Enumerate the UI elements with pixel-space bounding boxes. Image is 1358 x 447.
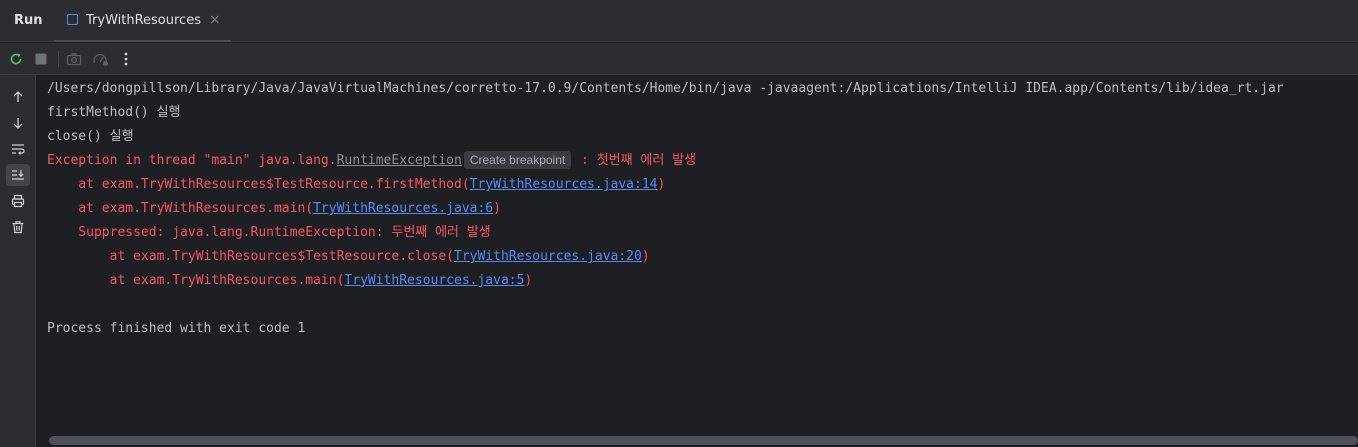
- source-link[interactable]: TryWithResources.java:6: [313, 201, 493, 216]
- exception-line: Exception in thread "main" java.lang.Run…: [47, 151, 696, 171]
- print-button[interactable]: [6, 190, 30, 212]
- close-tab-icon[interactable]: ×: [209, 12, 221, 28]
- source-link[interactable]: TryWithResources.java:20: [454, 249, 642, 264]
- rerun-icon: [10, 53, 22, 65]
- scroll-to-end-icon: [12, 170, 24, 180]
- run-tool-window-header: Run TryWithResources ×: [0, 0, 1358, 42]
- stop-icon: [35, 53, 47, 65]
- clear-all-button[interactable]: [6, 216, 30, 238]
- stack-frame-text: at exam.TryWithResources.main(: [47, 273, 345, 288]
- previous-occurrence-button[interactable]: [6, 86, 30, 108]
- trash-icon: [12, 221, 24, 234]
- print-icon: [11, 194, 25, 208]
- source-link[interactable]: TryWithResources.java:14: [470, 177, 658, 192]
- toolbar-separator: [58, 51, 59, 67]
- horizontal-scrollbar[interactable]: [37, 435, 1358, 447]
- soft-wrap-button[interactable]: [6, 138, 30, 160]
- soft-wrap-icon: [12, 144, 25, 155]
- console-output[interactable]: /Users/dongpillson/Library/Java/JavaVirt…: [37, 75, 1358, 435]
- exception-class-link[interactable]: RuntimeException: [337, 153, 462, 168]
- console-side-toolbar: [0, 75, 36, 447]
- stack-frame-suffix: ): [524, 273, 533, 288]
- console-command-line: /Users/dongpillson/Library/Java/JavaVirt…: [47, 81, 1284, 96]
- camera-icon: [66, 53, 82, 66]
- suppressed-exception-line: Suppressed: java.lang.RuntimeException: …: [47, 225, 491, 240]
- stack-trace-line: at exam.TryWithResources.main(TryWithRes…: [47, 199, 501, 219]
- console-output-line: firstMethod() 실행: [47, 105, 181, 120]
- profiler-icon: [93, 53, 108, 66]
- scroll-to-end-button[interactable]: [6, 164, 30, 186]
- stack-frame-text: at exam.TryWithResources$TestResource.cl…: [47, 249, 454, 264]
- arrow-up-icon: [13, 91, 23, 102]
- tab-label: TryWithResources: [86, 13, 201, 28]
- stop-button[interactable]: [29, 43, 53, 74]
- next-occurrence-button[interactable]: [6, 112, 30, 134]
- stack-frame-suffix: ): [657, 177, 666, 192]
- console-output-line: close() 실행: [47, 129, 134, 144]
- stack-trace-line: at exam.TryWithResources$TestResource.fi…: [47, 175, 665, 195]
- exception-message: : 첫번째 에러 발생: [573, 153, 697, 168]
- rerun-button[interactable]: [4, 43, 28, 74]
- profiler-button[interactable]: [88, 43, 112, 74]
- run-toolbar: [0, 43, 1358, 75]
- stack-frame-suffix: ): [641, 249, 650, 264]
- run-tool-window-title: Run: [14, 13, 43, 28]
- source-link[interactable]: TryWithResources.java:5: [344, 273, 524, 288]
- stack-frame-suffix: ): [493, 201, 501, 216]
- tab-trywithresources[interactable]: TryWithResources ×: [54, 0, 231, 42]
- stack-trace-line: at exam.TryWithResources$TestResource.cl…: [47, 247, 650, 267]
- dump-threads-button[interactable]: [62, 43, 86, 74]
- scrollbar-thumb[interactable]: [49, 436, 1358, 445]
- application-icon: [67, 14, 78, 25]
- process-finished-line: Process finished with exit code 1: [47, 321, 306, 336]
- create-breakpoint-hint[interactable]: Create breakpoint: [463, 151, 572, 169]
- stack-frame-text: at exam.TryWithResources$TestResource.fi…: [47, 177, 470, 192]
- more-icon: [124, 52, 128, 66]
- stack-trace-line: at exam.TryWithResources.main(TryWithRes…: [47, 271, 533, 291]
- stack-frame-text: at exam.TryWithResources.main(: [47, 201, 314, 216]
- more-options-button[interactable]: [114, 43, 138, 74]
- exception-prefix: Exception in thread "main" java.lang.: [47, 153, 337, 168]
- arrow-down-icon: [13, 118, 23, 129]
